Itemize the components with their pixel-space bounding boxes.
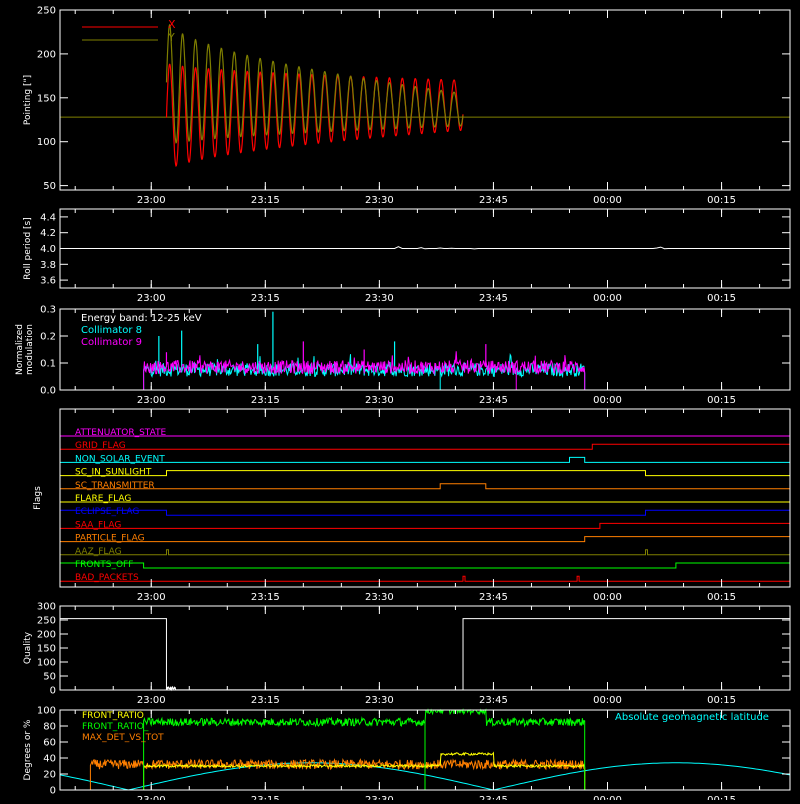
- pointing-xtick-label: 23:15: [251, 195, 280, 206]
- flags-xtick-label: 00:15: [707, 592, 736, 603]
- quality-ytick-label: 200: [37, 630, 56, 641]
- ratio-legend-front-ratio-: FRONT_RATIO_: [82, 722, 149, 732]
- quality-ytick-label: 150: [37, 644, 56, 655]
- flag-label-sc-transmitter: SC_TRANSMITTER: [75, 481, 155, 491]
- ratios-ytick-label: 40: [43, 754, 56, 765]
- roll-ytick-label: 4.2: [40, 228, 56, 239]
- ratios-ytick-label: 20: [43, 770, 56, 781]
- pointing-xtick-label: 00:15: [707, 195, 736, 206]
- flag-label-aaz-flag: AAZ_FLAG: [75, 547, 122, 557]
- quality-ytick-label: 100: [37, 658, 56, 669]
- pointing-legend-y: Y: [167, 31, 175, 44]
- roll-xtick-label: 23:45: [479, 293, 508, 304]
- modulation-ytick-label: 0.2: [40, 332, 56, 343]
- modulation-xtick-label: 00:00: [593, 395, 622, 406]
- ratios-ytick-label: 80: [43, 722, 56, 733]
- flag-label-sc-in-sunlight: SC_IN_SUNLIGHT: [75, 468, 152, 478]
- ratio-legend-front-ratio: FRONT_RATIO: [82, 711, 144, 721]
- flag-label-bad-packets: BAD_PACKETS: [75, 573, 139, 583]
- roll-ytick-label: 4.0: [40, 244, 56, 255]
- modulation-xtick-label: 23:15: [251, 395, 280, 406]
- flags-xtick-label: 23:45: [479, 592, 508, 603]
- roll-xtick-label: 23:15: [251, 293, 280, 304]
- ratios-xtick-label: 00:15: [707, 795, 736, 800]
- ratios-ytick-label: 60: [43, 738, 56, 749]
- roll-xtick-label: 23:30: [365, 293, 394, 304]
- flag-label-particle-flag: PARTICLE_FLAG: [75, 534, 145, 544]
- pointing-ytick-label: 200: [37, 49, 56, 60]
- flag-label-fronts-off: FRONTS_OFF: [75, 560, 133, 570]
- modulation-legend-9: Collimator 9: [81, 337, 142, 348]
- modulation-ytick-label: 0.3: [40, 305, 56, 316]
- pointing-ylabel: Pointing ["]: [23, 75, 33, 125]
- quality-xtick-label: 00:15: [707, 695, 736, 706]
- modulation-xtick-label: 23:00: [137, 395, 166, 406]
- flags-xtick-label: 23:30: [365, 592, 394, 603]
- ratios-xtick-label: 00:00: [593, 795, 622, 800]
- flags-xtick-label: 00:00: [593, 592, 622, 603]
- ratios-xtick-label: 23:15: [251, 795, 280, 800]
- pointing-ytick-label: 100: [37, 137, 56, 148]
- flag-label-saa-flag: SAA_FLAG: [75, 520, 121, 530]
- ratio-legend-max-det-vs-tot: MAX_DET_VS_TOT: [82, 733, 164, 743]
- quality-ytick-label: 0: [50, 686, 56, 697]
- modulation-xtick-label: 00:15: [707, 395, 736, 406]
- flags-xtick-label: 23:15: [251, 592, 280, 603]
- quality-xtick-label: 23:45: [479, 695, 508, 706]
- roll-ytick-label: 3.8: [40, 260, 56, 271]
- pointing-ytick-label: 150: [37, 93, 56, 104]
- modulation-xtick-label: 23:30: [365, 395, 394, 406]
- modulation-ytick-label: 0.1: [40, 359, 56, 370]
- pointing-legend-x: X: [168, 18, 176, 31]
- roll-ytick-label: 4.4: [40, 212, 56, 223]
- pointing-xtick-label: 23:00: [137, 195, 166, 206]
- flag-label-eclipse-flag: ECLIPSE_FLAG: [75, 507, 139, 517]
- quality-xtick-label: 23:00: [137, 695, 166, 706]
- roll-xtick-label: 00:00: [593, 293, 622, 304]
- modulation-ylabel-line2: modulation: [25, 324, 35, 375]
- modulation-legend-8: Collimator 8: [81, 325, 142, 336]
- pointing-ytick-label: 50: [43, 181, 56, 192]
- quality-ytick-label: 250: [37, 616, 56, 627]
- flag-label-attenuator-state: ATTENUATOR_STATE: [75, 428, 167, 438]
- quality-xtick-label: 00:00: [593, 695, 622, 706]
- ratios-ylabel: Degrees or %: [23, 719, 33, 780]
- ratios-xtick-label: 23:45: [479, 795, 508, 800]
- figure-canvas: 23:00 23:15 23:30 23:45 00:00 00:15 50 100 150 20…: [0, 0, 800, 804]
- pointing-xtick-label: 23:30: [365, 195, 394, 206]
- modulation-xtick-label: 23:45: [479, 395, 508, 406]
- observing-summary-figure: 23:00 23:15 23:30 23:45 00:00 00:15 50 100 150 20…: [0, 0, 800, 804]
- roll-xtick-label: 23:00: [137, 293, 166, 304]
- ratio-annotation: Absolute geomagnetic latitude: [615, 712, 769, 723]
- roll-xtick-label: 00:15: [707, 293, 736, 304]
- flag-label-grid-flag: GRID_FLAG: [75, 441, 126, 451]
- ratios-ytick-label: 0: [50, 786, 56, 797]
- quality-ylabel: Quality: [23, 631, 33, 664]
- modulation-ylabel-line1: Normalized: [15, 324, 25, 375]
- flags-xtick-label: 23:00: [137, 592, 166, 603]
- quality-xtick-label: 23:15: [251, 695, 280, 706]
- ratios-xtick-label: 23:30: [365, 795, 394, 800]
- flag-label-flare-flag: FLARE_FLAG: [75, 494, 131, 504]
- pointing-xtick-label: 23:45: [479, 195, 508, 206]
- modulation-energy-band: Energy band: 12-25 keV: [81, 313, 202, 324]
- quality-ytick-label: 50: [43, 672, 56, 683]
- modulation-ytick-label: 0.0: [40, 386, 56, 397]
- pointing-xtick-label: 00:00: [593, 195, 622, 206]
- flag-label-non-solar-event: NON_SOLAR_EVENT: [75, 454, 165, 464]
- ratios-xtick-label: 23:00: [137, 795, 166, 800]
- quality-ytick-label: 300: [37, 602, 56, 613]
- pointing-ytick-label: 250: [37, 6, 56, 17]
- flags-ylabel: Flags: [33, 486, 43, 510]
- roll-ylabel: Roll period [s]: [23, 217, 33, 279]
- roll-ytick-label: 3.6: [40, 276, 56, 287]
- quality-xtick-label: 23:30: [365, 695, 394, 706]
- ratios-ytick-label: 100: [37, 706, 56, 717]
